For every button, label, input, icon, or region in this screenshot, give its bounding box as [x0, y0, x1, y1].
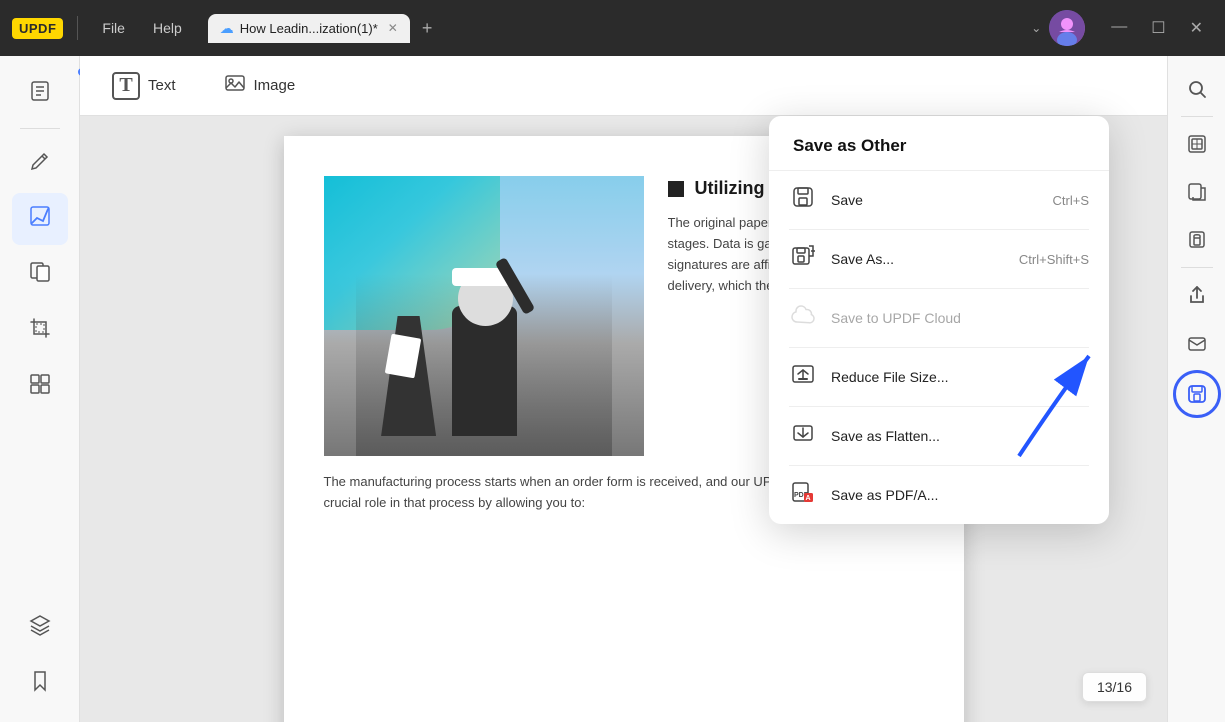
pdf-image — [324, 176, 644, 456]
toolbar: T Text Image — [80, 56, 1167, 116]
pages-icon — [29, 261, 51, 289]
search-btn[interactable] — [1176, 68, 1218, 110]
sidebar-item-organize[interactable] — [12, 361, 68, 413]
main-layout: T Text Image — [0, 56, 1225, 722]
titlebar: UPDF File Help ☁ How Leadin...ization(1)… — [0, 0, 1225, 56]
saveas-label: Save As... — [831, 251, 894, 267]
toolbar-text[interactable]: T Text — [100, 66, 188, 106]
minimize-btn[interactable]: — — [1101, 14, 1137, 42]
popup-flatten-item[interactable]: Save as Flatten... — [769, 407, 1109, 465]
popup-save-left: Save — [789, 185, 863, 215]
titlebar-divider — [77, 16, 78, 40]
pdfa-icon: PDF A — [789, 480, 817, 510]
popup-pdfa-item[interactable]: PDF A Save as PDF/A... — [769, 466, 1109, 524]
popup-overlay: Save as Other Save — [769, 116, 1109, 524]
close-btn[interactable]: ✕ — [1180, 14, 1213, 42]
content-area: T Text Image — [80, 56, 1167, 722]
saveas-shortcut: Ctrl+Shift+S — [1019, 252, 1089, 267]
tab-cloud-icon: ☁ — [220, 20, 234, 37]
popup-title: Save as Other — [769, 116, 1109, 170]
avatar[interactable] — [1049, 10, 1085, 46]
menu-file[interactable]: File — [92, 16, 135, 40]
pdfa-label: Save as PDF/A... — [831, 487, 938, 503]
annotate-icon — [29, 205, 51, 233]
right-divider-2 — [1181, 267, 1213, 268]
email-btn[interactable] — [1176, 322, 1218, 364]
organize-icon — [29, 373, 51, 401]
edit-icon — [29, 149, 51, 177]
popup-reduce-left: Reduce File Size... — [789, 362, 949, 392]
popup-section-save: Save Ctrl+S — [769, 170, 1109, 229]
share-btn[interactable] — [1176, 274, 1218, 316]
flatten-icon — [789, 421, 817, 451]
save-label: Save — [831, 192, 863, 208]
right-sidebar — [1167, 56, 1225, 722]
image-tool-label: Image — [254, 77, 296, 94]
active-tab[interactable]: ☁ How Leadin...ization(1)* ✕ — [208, 14, 410, 43]
maximize-btn[interactable]: ☐ — [1141, 14, 1175, 42]
sidebar-item-layers[interactable] — [12, 602, 68, 654]
image-tool-icon — [224, 72, 246, 99]
cloud-label: Save to UPDF Cloud — [831, 310, 961, 326]
save-as-other-popup: Save as Other Save — [769, 116, 1109, 524]
right-divider-1 — [1181, 116, 1213, 117]
text-tool-label: Text — [148, 77, 176, 94]
text-tool-icon: T — [112, 72, 140, 100]
bookmark-icon — [29, 670, 51, 698]
popup-cloud-item: Save to UPDF Cloud — [769, 289, 1109, 347]
tabs-dropdown[interactable]: ⌄ — [1031, 21, 1041, 35]
page-counter: 13/16 — [1082, 672, 1147, 702]
save-icon — [789, 185, 817, 215]
popup-flatten-left: Save as Flatten... — [789, 421, 940, 451]
app-logo: UPDF — [12, 18, 63, 39]
popup-reduce-item[interactable]: Reduce File Size... — [769, 348, 1109, 406]
svg-text:A: A — [806, 495, 811, 502]
sidebar-item-crop[interactable] — [12, 305, 68, 357]
tab-title: How Leadin...ization(1)* — [240, 21, 378, 36]
sidebar-item-annotate[interactable] — [12, 193, 68, 245]
popup-cloud-left: Save to UPDF Cloud — [789, 303, 961, 333]
popup-pdfa-left: PDF A Save as PDF/A... — [789, 480, 938, 510]
convert-btn[interactable] — [1176, 171, 1218, 213]
sidebar-item-edit[interactable] — [12, 137, 68, 189]
sidebar-item-reader[interactable] — [12, 68, 68, 120]
sidebar-item-bookmark[interactable] — [12, 658, 68, 710]
ocr-btn[interactable] — [1176, 123, 1218, 165]
popup-saveas-left: Save As... — [789, 244, 894, 274]
new-tab-btn[interactable]: + — [414, 16, 441, 41]
sidebar-divider-1 — [20, 128, 60, 129]
reduce-label: Reduce File Size... — [831, 369, 949, 385]
toolbar-image[interactable]: Image — [212, 66, 308, 105]
crop-icon — [29, 317, 51, 345]
tab-area: ☁ How Leadin...ization(1)* ✕ + — [208, 14, 1023, 43]
layers-icon — [29, 614, 51, 642]
heading-square — [668, 181, 684, 197]
protect-btn[interactable] — [1176, 219, 1218, 261]
left-sidebar — [0, 56, 80, 722]
saveas-icon — [789, 244, 817, 274]
reader-icon — [29, 80, 51, 108]
popup-save-item[interactable]: Save Ctrl+S — [769, 171, 1109, 229]
cloud-icon — [789, 303, 817, 333]
window-controls: — ☐ ✕ — [1101, 14, 1213, 42]
popup-saveas-item[interactable]: Save As... Ctrl+Shift+S — [769, 230, 1109, 288]
save-other-btn[interactable] — [1173, 370, 1221, 418]
save-shortcut: Ctrl+S — [1053, 193, 1089, 208]
menu-help[interactable]: Help — [143, 16, 192, 40]
tab-close-btn[interactable]: ✕ — [388, 21, 398, 35]
reduce-icon — [789, 362, 817, 392]
flatten-label: Save as Flatten... — [831, 428, 940, 444]
sidebar-item-pages[interactable] — [12, 249, 68, 301]
